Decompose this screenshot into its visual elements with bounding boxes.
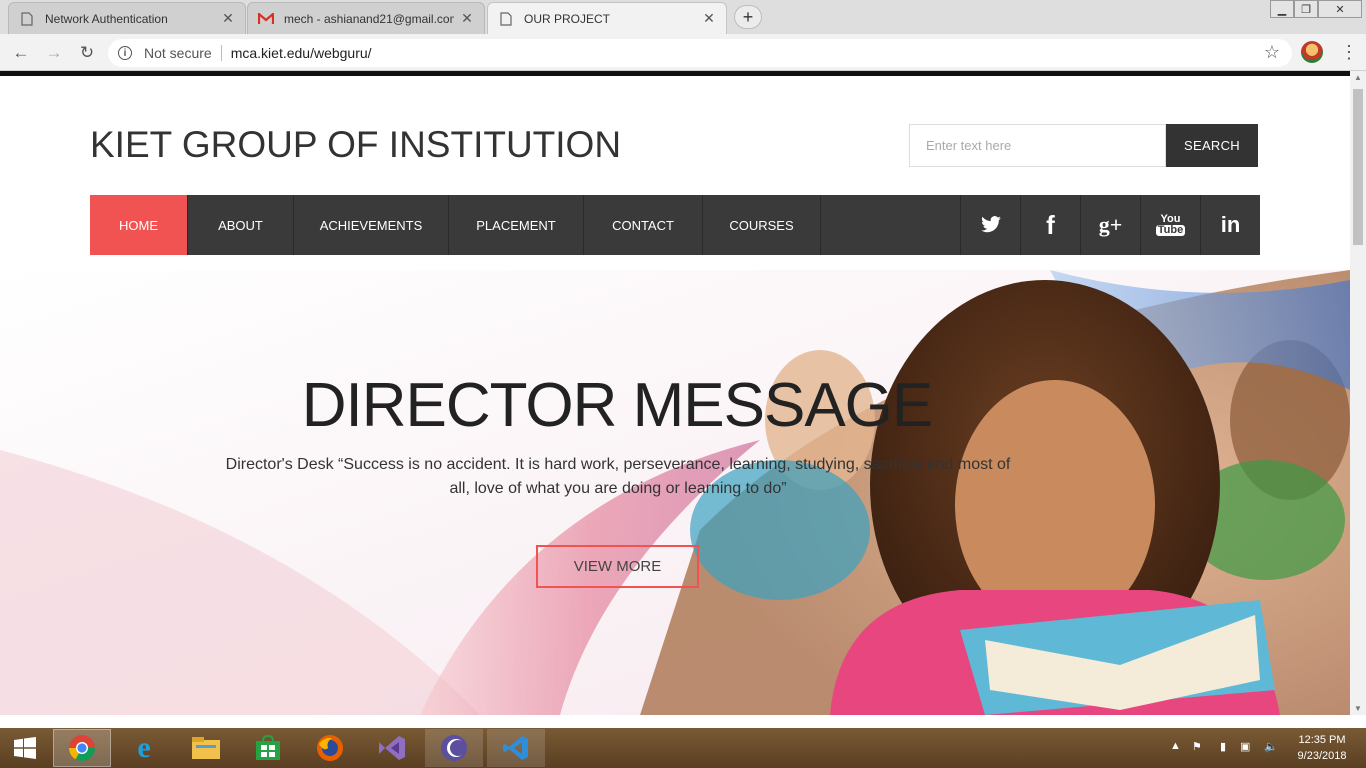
nav-achievements[interactable]: ACHIEVEMENTS xyxy=(294,195,449,255)
url-text[interactable]: mca.kiet.edu/webguru/ xyxy=(231,45,372,61)
reload-icon[interactable]: ↻ xyxy=(75,41,99,65)
security-label: Not secure xyxy=(144,45,212,61)
info-icon[interactable]: i xyxy=(118,46,132,60)
tab-network-authentication[interactable]: Network Authentication ✕ xyxy=(8,2,246,34)
address-bar[interactable]: i Not secure mca.kiet.edu/webguru/ ☆ xyxy=(108,39,1292,67)
google-plus-icon[interactable]: g+ xyxy=(1080,195,1140,255)
scroll-down-arrow-icon[interactable]: ▼ xyxy=(1354,704,1362,713)
close-icon[interactable]: ✕ xyxy=(702,10,716,27)
visual-studio-icon[interactable] xyxy=(363,729,421,767)
firefox-icon[interactable] xyxy=(301,729,359,767)
main-nav: HOME ABOUT ACHIEVEMENTS PLACEMENT CONTAC… xyxy=(90,195,1260,255)
site-title: KIET GROUP OF INSTITUTION xyxy=(90,124,622,165)
maximize-button[interactable]: ❐ xyxy=(1294,0,1318,18)
store-icon[interactable] xyxy=(239,729,297,767)
twitter-icon[interactable] xyxy=(960,195,1020,255)
chrome-icon[interactable] xyxy=(53,729,111,767)
ie-icon[interactable]: e xyxy=(115,729,173,767)
show-hidden-icons-icon[interactable]: ▲ xyxy=(1170,740,1181,752)
hero-text: Director's Desk “Success is no accident.… xyxy=(225,456,1011,497)
nav-about[interactable]: ABOUT xyxy=(188,195,294,255)
linkedin-icon[interactable]: in xyxy=(1200,195,1260,255)
page-icon xyxy=(498,11,514,27)
youtube-icon-bottom: Tube xyxy=(1155,224,1186,236)
close-icon[interactable]: ✕ xyxy=(221,10,235,27)
system-clock[interactable]: 12:35 PM 9/23/2018 xyxy=(1292,732,1352,764)
tab-title: mech - ashianand21@gmail.com xyxy=(284,11,454,26)
minimize-button[interactable]: ▁ xyxy=(1270,0,1294,18)
new-tab-button[interactable]: + xyxy=(734,5,762,29)
vscode-icon[interactable] xyxy=(487,729,545,767)
clock-date: 9/23/2018 xyxy=(1297,750,1347,762)
bookmark-star-icon[interactable]: ☆ xyxy=(1264,42,1280,63)
menu-icon[interactable]: ⋮ xyxy=(1340,42,1358,63)
divider xyxy=(220,45,222,61)
page-scrollbar[interactable]: ▲ ▼ xyxy=(1350,71,1366,715)
close-window-button[interactable]: ✕ xyxy=(1318,0,1362,18)
page-icon xyxy=(19,11,35,27)
clock-time: 12:35 PM xyxy=(1298,734,1346,746)
scroll-thumb[interactable] xyxy=(1353,89,1363,245)
back-arrow-icon[interactable]: ← xyxy=(9,41,33,65)
nav-contact[interactable]: CONTACT xyxy=(584,195,703,255)
gmail-icon xyxy=(258,11,274,27)
profile-avatar-icon[interactable] xyxy=(1301,41,1323,63)
battery-icon[interactable]: ▮ xyxy=(1220,740,1226,753)
tab-gmail[interactable]: mech - ashianand21@gmail.com ✕ xyxy=(247,2,485,34)
action-center-flag-icon[interactable]: ⚑ xyxy=(1192,740,1202,753)
nav-home[interactable]: HOME xyxy=(90,195,188,255)
forward-arrow-icon[interactable]: → xyxy=(42,41,66,65)
search-input[interactable] xyxy=(909,124,1166,167)
network-icon[interactable]: ▣ xyxy=(1240,740,1250,753)
browser-tab-bar: Network Authentication ✕ mech - ashianan… xyxy=(0,0,1366,34)
close-icon[interactable]: ✕ xyxy=(460,10,474,27)
tab-our-project[interactable]: OUR PROJECT ✕ xyxy=(487,2,727,34)
browser-toolbar: ← → ↻ i Not secure mca.kiet.edu/webguru/… xyxy=(0,34,1366,71)
volume-icon[interactable]: 🔈 xyxy=(1264,740,1278,753)
scroll-up-arrow-icon[interactable]: ▲ xyxy=(1354,73,1362,82)
hero-title: DIRECTOR MESSAGE xyxy=(301,371,934,440)
tab-title: Network Authentication xyxy=(45,11,168,26)
youtube-icon[interactable]: You Tube xyxy=(1140,195,1200,255)
nav-courses[interactable]: COURSES xyxy=(703,195,821,255)
nav-placement[interactable]: PLACEMENT xyxy=(449,195,584,255)
view-more-button[interactable]: VIEW MORE xyxy=(536,545,699,588)
file-explorer-icon[interactable] xyxy=(177,729,235,767)
windows-start-icon[interactable] xyxy=(0,728,50,768)
facebook-icon[interactable]: f xyxy=(1020,195,1080,255)
tab-title: OUR PROJECT xyxy=(524,11,611,26)
search-button[interactable]: SEARCH xyxy=(1166,124,1258,167)
hero-banner: DIRECTOR MESSAGE Director's Desk “Succes… xyxy=(0,270,1350,715)
eclipse-icon[interactable] xyxy=(425,729,483,767)
windows-taskbar: e ▲ ⚑ ▮ ▣ 🔈 12:35 PM 9/23/2018 xyxy=(0,728,1366,768)
web-page: KIET GROUP OF INSTITUTION SEARCH HOME AB… xyxy=(0,76,1350,715)
